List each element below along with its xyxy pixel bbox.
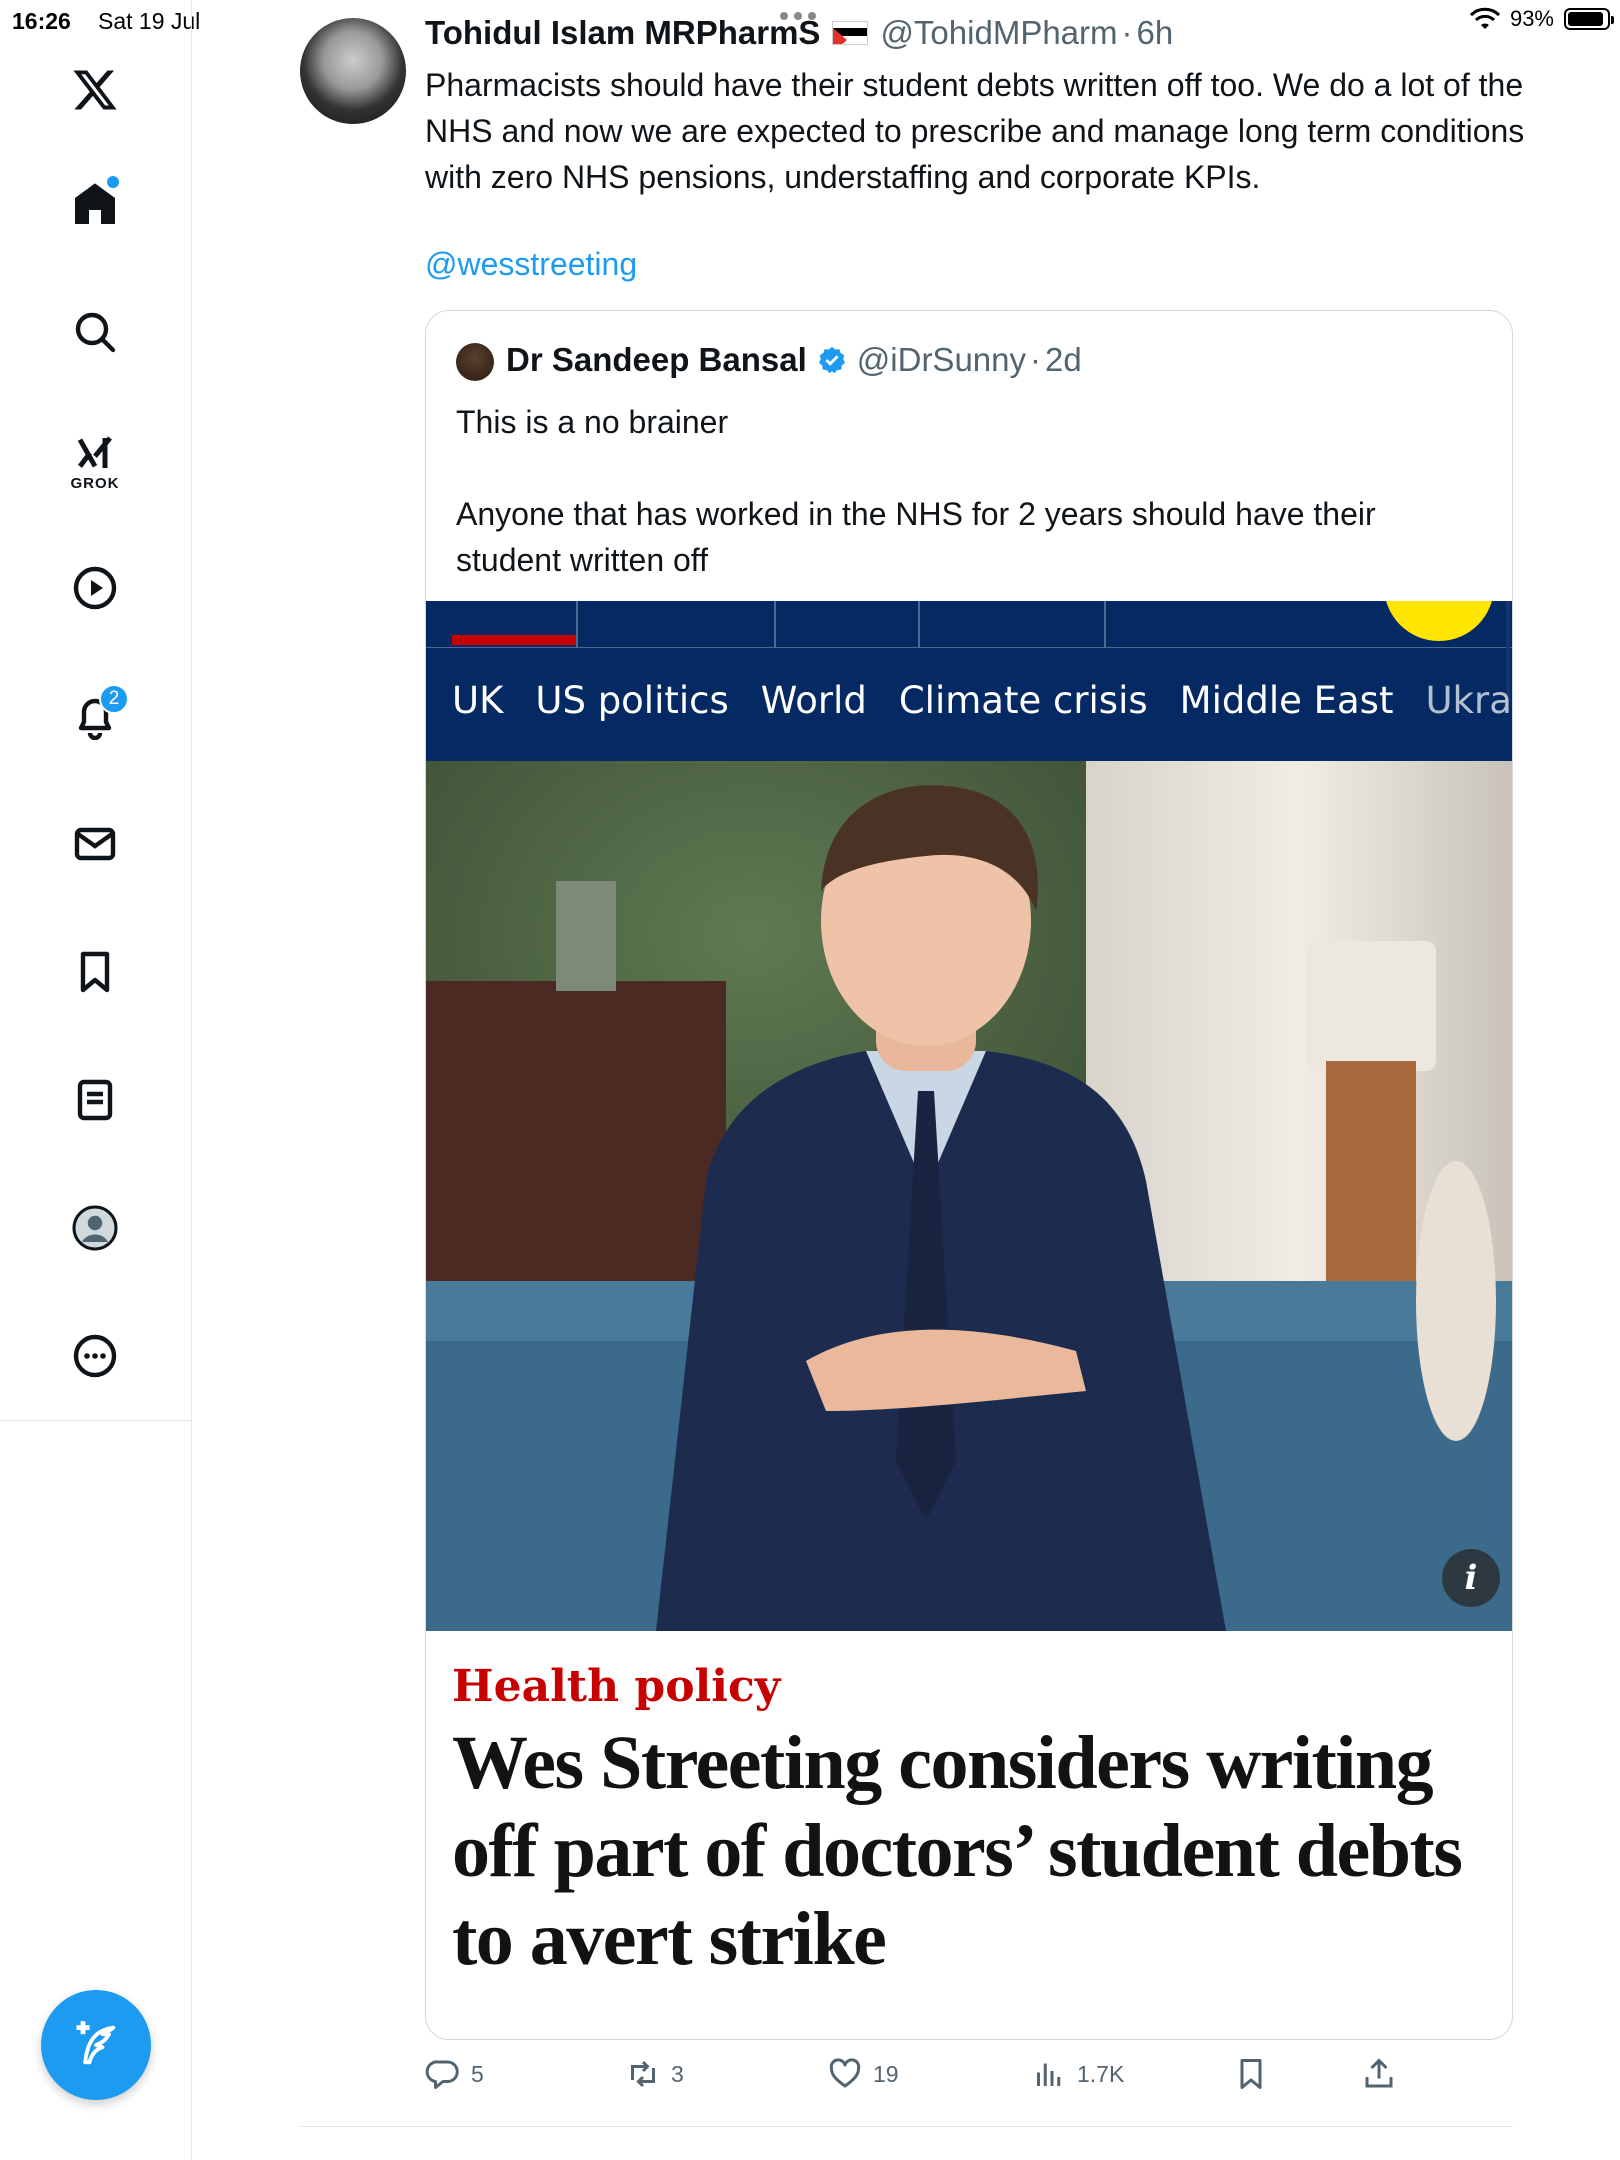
quoted-text-line1: This is a no brainer bbox=[456, 404, 729, 440]
status-right: 93% bbox=[1469, 6, 1614, 32]
nav-bookmarks[interactable] bbox=[55, 932, 135, 1012]
views-button[interactable]: 1.7K bbox=[1031, 2056, 1124, 2092]
repost-button[interactable]: 3 bbox=[625, 2056, 684, 2092]
quoted-text: This is a no brainer Anyone that has wor… bbox=[456, 399, 1456, 583]
bookmark-button[interactable] bbox=[1233, 2056, 1269, 2092]
nav-notifications[interactable]: 2 bbox=[55, 676, 135, 756]
mention-link[interactable]: @wesstreeting bbox=[425, 246, 637, 283]
sidebar: GROK 2 bbox=[0, 0, 192, 2160]
guardian-header: UK US politics World Climate crisis Midd… bbox=[426, 601, 1512, 761]
repost-count: 3 bbox=[671, 2060, 684, 2087]
bookmark-icon bbox=[80, 951, 110, 993]
repost-icon bbox=[631, 2060, 655, 2088]
quoted-text-line2: Anyone that has worked in the NHS for 2 … bbox=[456, 496, 1376, 578]
nav-more[interactable] bbox=[55, 1316, 135, 1396]
bookmark-icon bbox=[1240, 2059, 1262, 2089]
nav-grok[interactable]: GROK bbox=[55, 422, 135, 502]
separator-dot: · bbox=[1121, 14, 1133, 51]
guardian-nav-ukraine: Ukraine bbox=[1425, 679, 1512, 722]
nav-messages[interactable] bbox=[55, 804, 135, 884]
wifi-icon bbox=[1469, 7, 1500, 29]
article-screenshot[interactable]: UK US politics World Climate crisis Midd… bbox=[426, 601, 1512, 2039]
palestine-flag-icon bbox=[832, 21, 869, 45]
article-photo: i bbox=[426, 761, 1512, 1631]
guardian-nav: UK US politics World Climate crisis Midd… bbox=[452, 679, 1512, 722]
envelope-icon bbox=[74, 827, 116, 861]
verified-badge-icon bbox=[818, 346, 845, 374]
quoted-header: Dr Sandeep Bansal @iDrSunny · 2d bbox=[506, 341, 1082, 379]
analytics-icon bbox=[1037, 2063, 1061, 2086]
search-icon bbox=[75, 312, 116, 353]
sidebar-divider bbox=[0, 1420, 192, 1421]
quoted-author-avatar[interactable] bbox=[456, 343, 494, 381]
grok-label: GROK bbox=[70, 474, 120, 492]
article-kicker: Health policy bbox=[452, 1661, 781, 1712]
home-unread-dot bbox=[107, 176, 119, 188]
profile-avatar-icon bbox=[72, 1205, 118, 1251]
man-on-sofa-image bbox=[426, 761, 1512, 1631]
nav-video[interactable] bbox=[55, 548, 135, 628]
tweet-text: Pharmacists should have their student de… bbox=[425, 67, 1525, 195]
tweet-time[interactable]: 6h bbox=[1137, 14, 1174, 52]
view-count: 1.7K bbox=[1077, 2060, 1125, 2087]
nav-lists[interactable] bbox=[55, 1060, 135, 1140]
like-button[interactable]: 19 bbox=[827, 2056, 899, 2092]
guardian-nav-climate: Climate crisis bbox=[898, 679, 1148, 722]
share-icon bbox=[1365, 2058, 1393, 2088]
guardian-red-underline bbox=[452, 635, 576, 645]
guardian-nav-us-politics: US politics bbox=[535, 679, 729, 722]
x-logo-icon[interactable] bbox=[55, 50, 135, 130]
notifications-badge: 2 bbox=[99, 684, 129, 714]
guardian-nav-uk: UK bbox=[452, 679, 504, 722]
nav-home[interactable] bbox=[55, 164, 135, 244]
quoted-tweet[interactable]: Dr Sandeep Bansal @iDrSunny · 2d This is… bbox=[425, 310, 1513, 2040]
guardian-yellow-circle bbox=[1384, 601, 1494, 641]
nav-search[interactable] bbox=[55, 292, 135, 372]
quoted-time[interactable]: 2d bbox=[1045, 341, 1082, 379]
separator-dot: · bbox=[1030, 341, 1042, 378]
play-circle-icon bbox=[73, 566, 117, 610]
compose-button[interactable] bbox=[41, 1990, 151, 2100]
share-button[interactable] bbox=[1361, 2056, 1397, 2092]
author-handle[interactable]: @TohidMPharm bbox=[880, 14, 1117, 52]
more-circle-icon bbox=[73, 1334, 117, 1378]
battery-icon bbox=[1564, 8, 1614, 30]
tweet-header: Tohidul Islam MRPharmS @TohidMPharm · 6h bbox=[425, 14, 1173, 52]
guardian-nav-world: World bbox=[760, 679, 867, 722]
heart-icon bbox=[829, 2058, 861, 2088]
tweet-actions: 5 3 19 1.7K bbox=[425, 2056, 1525, 2100]
author-name[interactable]: Tohidul Islam MRPharmS bbox=[425, 14, 820, 52]
quoted-author-handle[interactable]: @iDrSunny bbox=[857, 341, 1026, 379]
quoted-author-name[interactable]: Dr Sandeep Bansal bbox=[506, 341, 807, 379]
compose-feather-icon bbox=[76, 2021, 116, 2065]
like-count: 19 bbox=[873, 2060, 899, 2087]
battery-percent: 93% bbox=[1509, 6, 1554, 31]
nav-profile[interactable] bbox=[55, 1188, 135, 1268]
reply-button[interactable]: 5 bbox=[425, 2056, 484, 2092]
reply-count: 5 bbox=[471, 2060, 484, 2087]
guardian-nav-middle-east: Middle East bbox=[1179, 679, 1394, 722]
list-icon bbox=[77, 1079, 113, 1121]
image-info-button[interactable]: i bbox=[1442, 1549, 1500, 1607]
article-headline: Wes Streeting considers writing off part… bbox=[452, 1721, 1463, 1981]
author-avatar[interactable] bbox=[300, 18, 406, 124]
grok-icon bbox=[77, 435, 112, 468]
tweet-divider bbox=[300, 2126, 1513, 2127]
reply-icon bbox=[425, 2060, 459, 2089]
